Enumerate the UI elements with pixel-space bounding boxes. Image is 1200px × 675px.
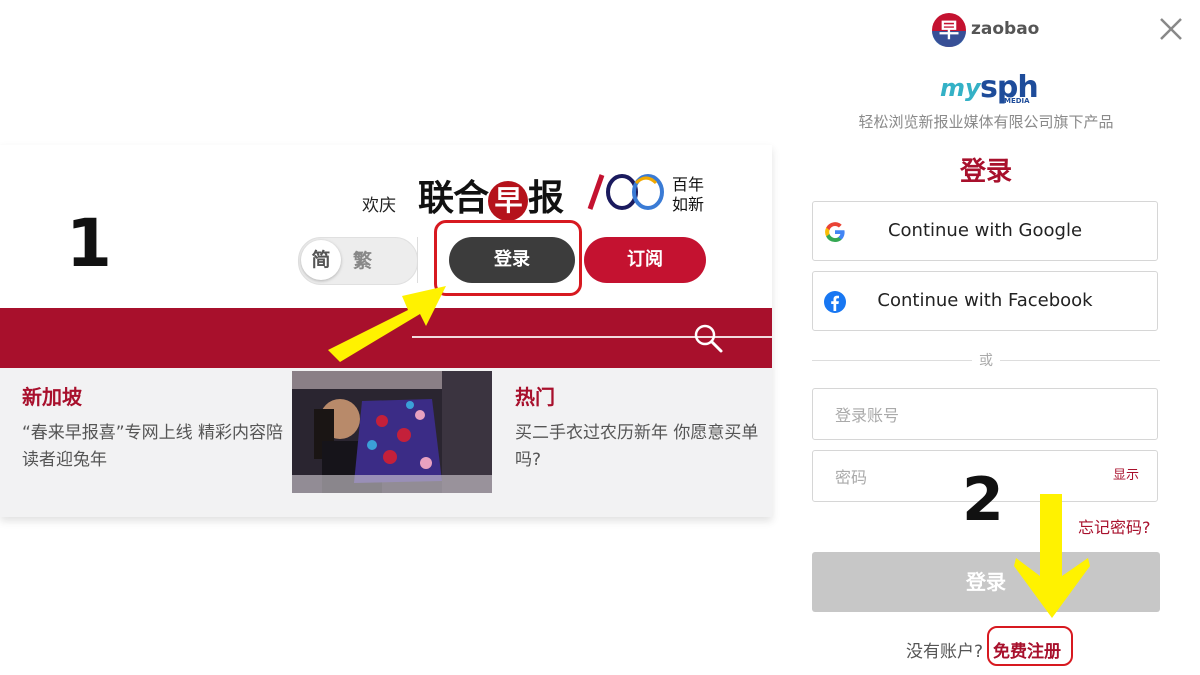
story-title[interactable]: “春来早报喜”专网上线 精彩内容陪读者迎兔年 (22, 420, 284, 474)
close-icon[interactable] (1158, 16, 1184, 42)
google-login-button[interactable]: Continue with Google (812, 201, 1158, 261)
centenary-logo (586, 171, 670, 222)
century-line2: 如新 (672, 195, 705, 214)
facebook-login-button[interactable]: Continue with Facebook (812, 271, 1158, 331)
story-category[interactable]: 热门 (515, 381, 765, 410)
story-card-trending[interactable]: 热门 买二手衣过农历新年 你愿意买单吗? (515, 381, 765, 474)
mysph-media-logo: my sph MEDIA (940, 70, 1040, 106)
login-submit-button[interactable]: 登录 (812, 552, 1160, 612)
login-highlight-box (434, 220, 582, 296)
secondhand-clothes-photo (292, 371, 492, 493)
celebrate-text: 欢庆 (362, 196, 396, 216)
lang-simplified[interactable]: 简 (301, 240, 341, 280)
masthead-part1: 联合 (418, 177, 489, 219)
step-number-1: 1 (66, 205, 112, 282)
register-highlight-box (987, 626, 1073, 666)
masthead-logo[interactable]: 联合早报 (418, 169, 564, 221)
step-number-2: 2 (962, 465, 1004, 535)
mysph-my: my (940, 74, 981, 102)
mysph-media: MEDIA (1004, 97, 1030, 105)
zaobao-logo: 早 zaobao (932, 13, 1052, 49)
arrow-icon (1014, 494, 1090, 618)
login-tagline: 轻松浏览新报业媒体有限公司旗下产品 (858, 113, 1114, 131)
or-text: 或 (979, 353, 993, 369)
centenary-100-icon (587, 174, 664, 210)
zaobao-wordmark: zaobao (971, 19, 1040, 39)
century-line1: 百年 (672, 175, 705, 194)
story-category[interactable]: 新加坡 (22, 381, 284, 410)
story-card-singapore[interactable]: 新加坡 “春来早报喜”专网上线 精彩内容陪读者迎兔年 (22, 381, 284, 474)
subscribe-button[interactable]: 订阅 (584, 237, 706, 283)
account-field[interactable] (812, 388, 1158, 441)
century-motto: 百年 如新 (672, 175, 704, 215)
masthead-zao-badge: 早 (488, 181, 529, 221)
story-title[interactable]: 买二手衣过农历新年 你愿意买单吗? (515, 420, 765, 474)
account-input[interactable] (833, 389, 1107, 441)
google-login-label: Continue with Google (887, 220, 1083, 241)
story-image[interactable] (292, 371, 492, 493)
arrow-icon (328, 286, 446, 362)
facebook-login-label: Continue with Facebook (877, 290, 1093, 311)
zaobao-badge-char: 早 (939, 18, 959, 42)
search-icon[interactable] (692, 322, 724, 354)
zaobao-badge-icon: 早 (932, 13, 966, 47)
no-account-text: 没有账户? (906, 642, 984, 662)
show-password-toggle[interactable]: 显示 (1113, 451, 1139, 501)
login-title: 登录 (959, 157, 1012, 187)
header-divider (417, 237, 418, 283)
or-divider: 或 (812, 352, 1160, 372)
masthead-part2: 报 (528, 177, 564, 219)
